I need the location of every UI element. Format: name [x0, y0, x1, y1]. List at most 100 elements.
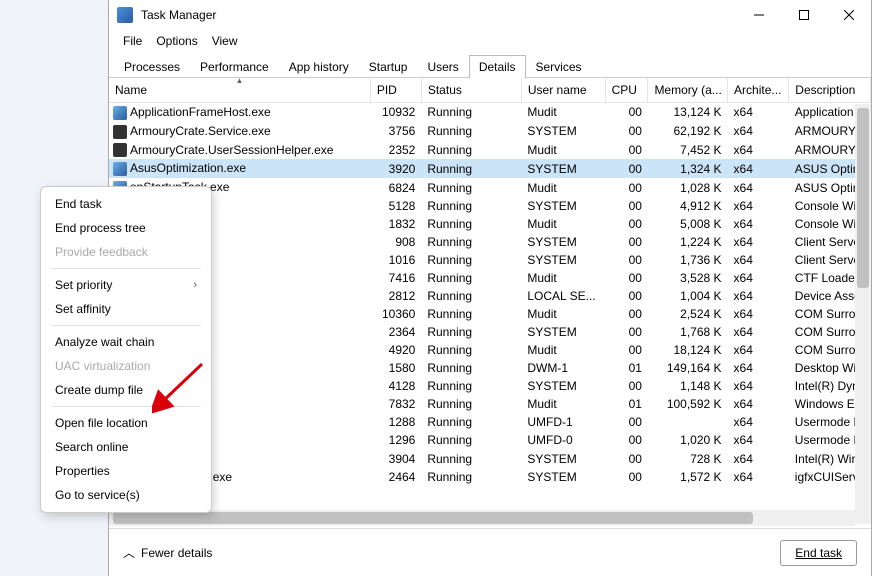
cell-pid: 2364	[370, 323, 421, 341]
menu-item-set-priority[interactable]: Set priority›	[41, 273, 211, 297]
cell-mem: 3,528 K	[648, 269, 728, 287]
tab-processes[interactable]: Processes	[114, 55, 190, 78]
cell-pid: 5128	[370, 197, 421, 215]
minimize-button[interactable]	[736, 0, 781, 30]
table-row[interactable]: 1832RunningMudit005,008 Kx64Console Wind	[109, 215, 871, 233]
cell-cpu: 00	[605, 178, 648, 197]
cell-status: Running	[421, 233, 521, 251]
tab-users[interactable]: Users	[417, 55, 468, 78]
menu-view[interactable]: View	[206, 32, 244, 50]
cell-cpu: 00	[605, 431, 648, 449]
table-row[interactable]: igfxCUIService.exe2464RunningSYSTEM001,5…	[109, 468, 871, 487]
menu-item-end-task[interactable]: End task	[41, 192, 211, 216]
menu-options[interactable]: Options	[150, 32, 203, 50]
cell-pid: 1580	[370, 359, 421, 377]
table-row[interactable]: 5128RunningSYSTEM004,912 Kx64Console Win…	[109, 197, 871, 215]
vertical-scrollbar[interactable]	[855, 104, 871, 524]
col-description[interactable]: Description	[789, 78, 871, 103]
table-row[interactable]: 1016RunningSYSTEM001,736 Kx64Client Serv…	[109, 251, 871, 269]
table-row[interactable]: ArmouryCrate.UserSessionHelper.exe2352Ru…	[109, 141, 871, 160]
cell-status: Running	[421, 449, 521, 468]
window-title: Task Manager	[141, 8, 736, 22]
col-cpu[interactable]: CPU	[605, 78, 648, 103]
close-button[interactable]	[826, 0, 871, 30]
table-row[interactable]: 1288RunningUMFD-100x64Usermode For	[109, 413, 871, 431]
table-row[interactable]: 1580RunningDWM-101149,164 Kx64Desktop Wi…	[109, 359, 871, 377]
menu-item-properties[interactable]: Properties	[41, 459, 211, 483]
cell-cpu: 01	[605, 395, 648, 413]
table-row[interactable]: AsusOptimization.exe3920RunningSYSTEM001…	[109, 159, 871, 178]
menu-item-analyze-wait-chain[interactable]: Analyze wait chain	[41, 330, 211, 354]
col-pid[interactable]: PID	[370, 78, 421, 103]
tab-details[interactable]: Details	[469, 55, 526, 78]
scrollbar-thumb[interactable]	[113, 512, 753, 524]
cell-user: SYSTEM	[521, 233, 605, 251]
context-menu: End taskEnd process treeProvide feedback…	[40, 186, 212, 513]
cell-cpu: 00	[605, 251, 648, 269]
table-row[interactable]: 7416RunningMudit003,528 Kx64CTF Loader	[109, 269, 871, 287]
cell-pid: 908	[370, 233, 421, 251]
col-arch[interactable]: Archite...	[728, 78, 789, 103]
tabs: Processes Performance App history Startu…	[109, 52, 871, 78]
process-icon	[113, 106, 127, 120]
table-row[interactable]: ibtsiva.exe3904RunningSYSTEM00728 Kx64In…	[109, 449, 871, 468]
cell-user: Mudit	[521, 178, 605, 197]
tab-performance[interactable]: Performance	[190, 55, 279, 78]
cell-pid: 2812	[370, 287, 421, 305]
tab-services[interactable]: Services	[526, 55, 592, 78]
tab-app-history[interactable]: App history	[279, 55, 359, 78]
table-row[interactable]: ApplicationFrameHost.exe10932RunningMudi…	[109, 103, 871, 122]
menu-item-go-to-service-s-[interactable]: Go to service(s)	[41, 483, 211, 507]
cell-mem: 5,008 K	[648, 215, 728, 233]
menu-item-open-file-location[interactable]: Open file location	[41, 411, 211, 435]
cell-cpu: 00	[605, 341, 648, 359]
task-manager-window: Task Manager File Options View Processes…	[108, 0, 872, 576]
table-row[interactable]: 7832RunningMudit01100,592 Kx64Windows Ex…	[109, 395, 871, 413]
menubar: File Options View	[109, 30, 871, 52]
horizontal-scrollbar[interactable]	[109, 510, 855, 526]
cell-cpu: 00	[605, 323, 648, 341]
menu-separator	[51, 268, 201, 269]
cell-user: SYSTEM	[521, 251, 605, 269]
col-name[interactable]: Name▲	[109, 78, 370, 103]
cell-cpu: 00	[605, 197, 648, 215]
col-status[interactable]: Status	[421, 78, 521, 103]
menu-item-search-online[interactable]: Search online	[41, 435, 211, 459]
table-row[interactable]: 2364RunningSYSTEM001,768 Kx64COM Surroga…	[109, 323, 871, 341]
table-row[interactable]: 908RunningSYSTEM001,224 Kx64Client Serve…	[109, 233, 871, 251]
cell-status: Running	[421, 359, 521, 377]
window-controls	[736, 0, 871, 30]
table-row[interactable]: 1296RunningUMFD-0001,020 Kx64Usermode Fo…	[109, 431, 871, 449]
table-row[interactable]: ArmouryCrate.Service.exe3756RunningSYSTE…	[109, 122, 871, 141]
cell-arch: x64	[728, 323, 789, 341]
table-row[interactable]: 10360RunningMudit002,524 Kx64COM Surroga…	[109, 305, 871, 323]
col-memory[interactable]: Memory (a...	[648, 78, 728, 103]
cell-arch: x64	[728, 468, 789, 487]
table-row[interactable]: 4128RunningSYSTEM001,148 Kx64Intel(R) Dy…	[109, 377, 871, 395]
cell-pid: 2464	[370, 468, 421, 487]
tab-startup[interactable]: Startup	[359, 55, 418, 78]
scrollbar-thumb[interactable]	[857, 108, 869, 288]
table-row[interactable]: 2812RunningLOCAL SE...001,004 Kx64Device…	[109, 287, 871, 305]
cell-arch: x64	[728, 159, 789, 178]
menu-item-end-process-tree[interactable]: End process tree	[41, 216, 211, 240]
table-row[interactable]: 4920RunningMudit0018,124 Kx64COM Surroga…	[109, 341, 871, 359]
fewer-details-toggle[interactable]: ︿ Fewer details	[123, 544, 212, 561]
col-user[interactable]: User name	[521, 78, 605, 103]
menu-item-set-affinity[interactable]: Set affinity	[41, 297, 211, 321]
menu-file[interactable]: File	[117, 32, 148, 50]
table-row[interactable]: onStartupTask.exe6824RunningMudit001,028…	[109, 178, 871, 197]
cell-arch: x64	[728, 431, 789, 449]
footer: ︿ Fewer details End task	[109, 528, 871, 576]
cell-user: Mudit	[521, 305, 605, 323]
cell-arch: x64	[728, 251, 789, 269]
menu-item-create-dump-file[interactable]: Create dump file	[41, 378, 211, 402]
process-name: ApplicationFrameHost.exe	[130, 105, 271, 119]
cell-arch: x64	[728, 305, 789, 323]
cell-cpu: 00	[605, 233, 648, 251]
end-task-button[interactable]: End task	[780, 540, 857, 566]
cell-arch: x64	[728, 269, 789, 287]
cell-user: SYSTEM	[521, 377, 605, 395]
maximize-button[interactable]	[781, 0, 826, 30]
cell-user: SYSTEM	[521, 122, 605, 141]
